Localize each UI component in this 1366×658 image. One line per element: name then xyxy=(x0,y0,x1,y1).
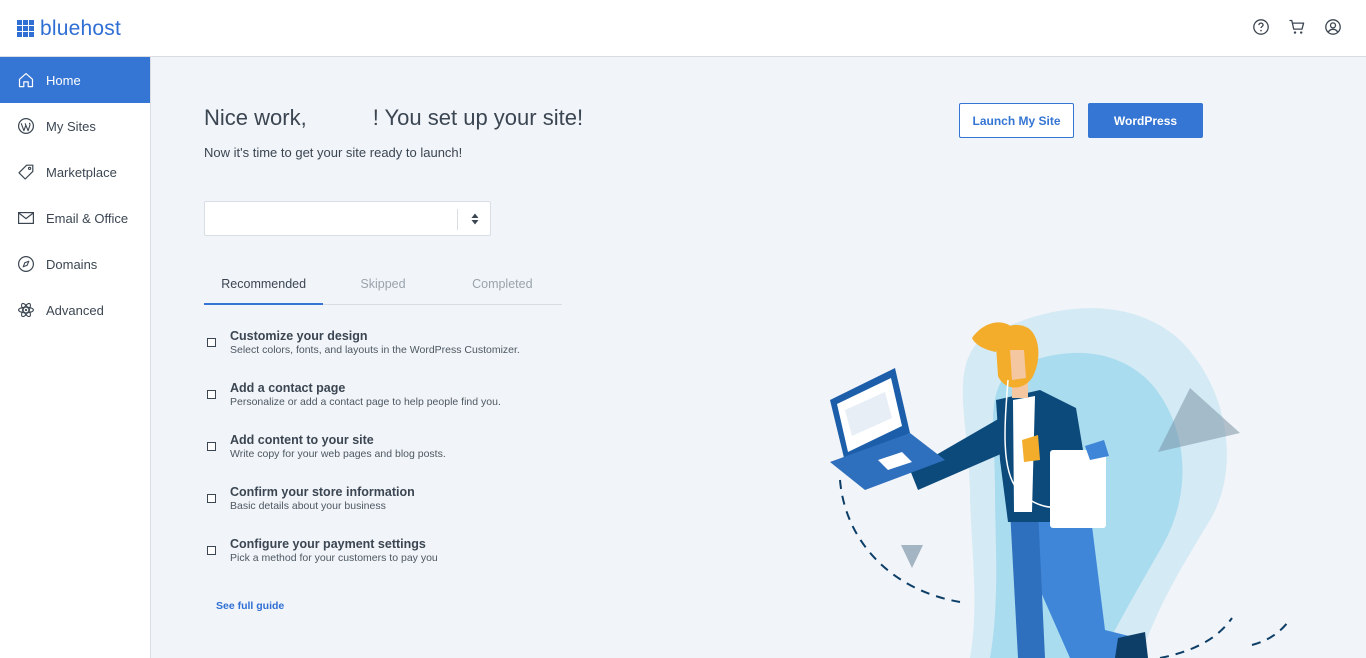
sidebar-item-label: Domains xyxy=(46,256,98,272)
home-icon xyxy=(18,73,34,88)
see-full-guide-link[interactable]: See full guide xyxy=(216,600,284,612)
wordpress-button[interactable]: WordPress xyxy=(1088,103,1203,138)
tab-recommended[interactable]: Recommended xyxy=(204,272,324,305)
atom-icon xyxy=(18,302,34,318)
task-description: Pick a method for your customers to pay … xyxy=(230,552,438,564)
tag-icon xyxy=(18,164,34,180)
sidebar-item-label: My Sites xyxy=(46,118,96,134)
tab-completed[interactable]: Completed xyxy=(443,272,562,304)
sidebar-item-label: Home xyxy=(46,72,81,88)
task-tabs: Recommended Skipped Completed xyxy=(204,272,562,305)
sidebar-item-email-office[interactable]: Email & Office xyxy=(0,195,150,241)
page-title: Nice work, ! You set up your site! xyxy=(204,105,583,131)
task-description: Write copy for your web pages and blog p… xyxy=(230,448,446,460)
site-select[interactable] xyxy=(204,201,491,236)
sidebar-item-my-sites[interactable]: My Sites xyxy=(0,103,150,149)
sidebar-item-label: Advanced xyxy=(46,302,104,318)
sidebar-item-label: Email & Office xyxy=(46,210,129,226)
task-description: Personalize or add a contact page to hel… xyxy=(230,396,501,408)
task-description: Basic details about your business xyxy=(230,500,386,512)
task-checkbox[interactable] xyxy=(207,442,216,451)
sort-arrows-icon xyxy=(471,213,479,225)
wordpress-icon xyxy=(17,117,35,135)
task-list: Customize your design Select colors, fon… xyxy=(204,328,624,588)
sidebar-item-domains[interactable]: Domains xyxy=(0,241,150,287)
help-icon[interactable] xyxy=(1252,18,1270,36)
list-item: Configure your payment settings Pick a m… xyxy=(204,536,624,588)
sidebar-item-home[interactable]: Home xyxy=(0,57,150,103)
compass-icon xyxy=(17,255,35,273)
title-prefix: Nice work, xyxy=(204,105,307,130)
sidebar-item-advanced[interactable]: Advanced xyxy=(0,287,150,333)
task-checkbox[interactable] xyxy=(207,494,216,503)
header-icons xyxy=(1252,18,1342,36)
task-checkbox[interactable] xyxy=(207,338,216,347)
list-item: Add a contact page Personalize or add a … xyxy=(204,380,624,432)
task-checkbox[interactable] xyxy=(207,546,216,555)
sidebar-item-marketplace[interactable]: Marketplace xyxy=(0,149,150,195)
select-divider xyxy=(457,209,458,230)
cart-icon[interactable] xyxy=(1288,18,1306,36)
task-title[interactable]: Customize your design xyxy=(230,329,368,343)
list-item: Confirm your store information Basic det… xyxy=(204,484,624,536)
person-with-laptop-illustration xyxy=(830,308,1289,658)
list-item: Add content to your site Write copy for … xyxy=(204,432,624,484)
task-title[interactable]: Confirm your store information xyxy=(230,485,415,499)
launch-my-site-button[interactable]: Launch My Site xyxy=(959,103,1074,138)
list-item: Customize your design Select colors, fon… xyxy=(204,328,624,380)
page-subtitle: Now it's time to get your site ready to … xyxy=(204,145,463,160)
task-title[interactable]: Add content to your site xyxy=(230,433,374,447)
tab-skipped[interactable]: Skipped xyxy=(323,272,442,304)
mail-icon xyxy=(18,211,35,225)
task-title[interactable]: Add a contact page xyxy=(230,381,345,395)
sidebar: Home My Sites Marketplace Email & Office… xyxy=(0,57,151,658)
title-suffix: ! You set up your site! xyxy=(372,105,584,130)
top-bar: bluehost xyxy=(0,0,1366,57)
account-icon[interactable] xyxy=(1324,18,1342,36)
bluehost-logo[interactable]: bluehost xyxy=(17,18,121,39)
task-description: Select colors, fonts, and layouts in the… xyxy=(230,344,520,356)
task-checkbox[interactable] xyxy=(207,390,216,399)
logo-text: bluehost xyxy=(40,17,121,40)
task-title[interactable]: Configure your payment settings xyxy=(230,537,426,551)
logo-grid-icon xyxy=(17,20,34,37)
sidebar-item-label: Marketplace xyxy=(46,164,117,180)
